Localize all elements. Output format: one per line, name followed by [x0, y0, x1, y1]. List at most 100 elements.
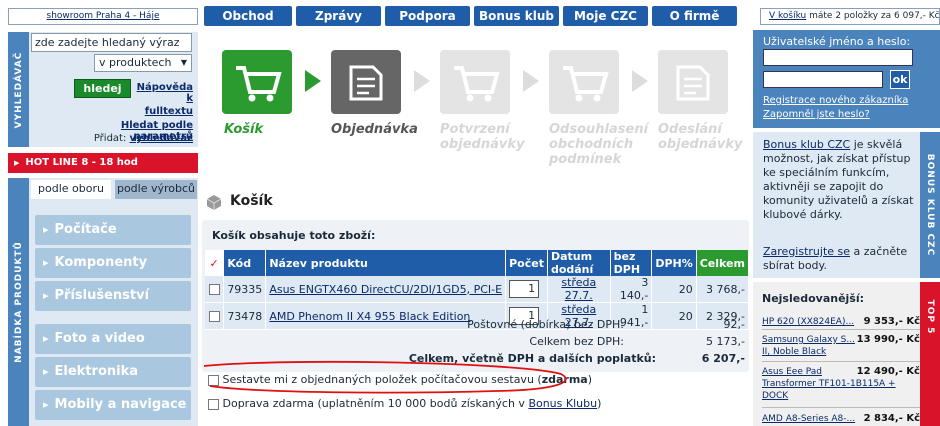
row-code: 79335: [223, 276, 267, 303]
bonus-link[interactable]: Bonus klub CZC: [763, 138, 850, 151]
shipping-value: 92,-: [723, 318, 745, 331]
top5-vtab: TOP 5: [920, 282, 940, 426]
total-net-row: Celkem bez DPH: 5 173,-: [202, 335, 749, 348]
item-name[interactable]: HP 620 (XX824EA)...: [762, 317, 854, 327]
showroom-link[interactable]: showroom Praha 4 - Háje: [8, 8, 198, 25]
assemble-end: ): [587, 373, 593, 386]
add-search-link[interactable]: vyhledávač: [130, 133, 193, 144]
free-shipping-checkbox[interactable]: [208, 398, 219, 410]
forgot-password-link[interactable]: Zapomněl jste heslo?: [763, 109, 870, 120]
register-bonus-link[interactable]: Zaregistrujte se: [763, 245, 850, 258]
free-shipping-text: Doprava zdarma (uplatněním 10 000 bodů z…: [222, 397, 529, 410]
arrow-right-icon: ▶: [14, 159, 20, 167]
top5-title: Nejsledovanější:: [762, 292, 865, 305]
row-qty-input[interactable]: 1: [509, 280, 540, 298]
nav-o-firme[interactable]: O firmě: [652, 6, 737, 26]
total-net-value: 5 173,-: [706, 335, 745, 348]
category-pocitace[interactable]: Počítače: [35, 215, 191, 245]
row-net: 3 140,-: [610, 276, 653, 303]
col-qty: Počet: [505, 250, 548, 276]
main-nav: Obchod Zprávy Podpora Bonus klub Moje CZ…: [204, 6, 737, 26]
search-input[interactable]: zde zadejte hledaný výraz: [31, 33, 192, 52]
hotline-text: HOT LINE 8 - 18 hod: [25, 157, 138, 168]
nav-podpora[interactable]: Podpora: [385, 6, 470, 26]
list-item[interactable]: 9 353,- Kč HP 620 (XX824EA)...: [762, 316, 920, 330]
step-label-terms: Odsouhlasení obchodních podmínek: [549, 122, 649, 167]
nav-obchod[interactable]: Obchod: [204, 6, 292, 26]
search-button[interactable]: hledej: [74, 79, 131, 98]
col-vat: DPH%: [651, 250, 697, 276]
col-total: Celkem: [696, 250, 750, 276]
row-product-link[interactable]: Asus ENGTX460 DirectCU/2DI/1GD5, PCI-E: [269, 283, 502, 296]
list-item[interactable]: 13 990,- Kč Samsung Galaxy S... II, Noble…: [762, 334, 920, 362]
step-arrow-icon: [414, 70, 430, 92]
hotline-bar: ▶ HOT LINE 8 - 18 hod: [8, 153, 198, 173]
chevron-down-icon: ▼: [180, 58, 187, 67]
step-terms-icon: [549, 50, 619, 114]
item-price: 12 490,- Kč: [856, 366, 920, 377]
login-label: Uživatelské jméno a heslo:: [763, 35, 911, 48]
step-label-order: Objednávka: [331, 122, 418, 137]
col-check: ✓: [205, 250, 225, 276]
scope-value: v produktech: [99, 56, 172, 69]
bonus-vtab: BONUS KLUB CZC: [920, 132, 940, 278]
item-price: 2 834,- Kč: [863, 413, 920, 424]
help-link[interactable]: Nápověda k: [133, 82, 193, 104]
tab-by-field[interactable]: podle oboru: [31, 180, 111, 199]
password-field[interactable]: [763, 71, 883, 88]
nav-bonus-klub[interactable]: Bonus klub: [474, 6, 559, 26]
login-button[interactable]: ok: [890, 70, 910, 89]
cart-heading-icon: [205, 193, 223, 211]
list-item[interactable]: 2 834,- Kč AMD A8-Series A8-...: [762, 413, 920, 426]
list-item[interactable]: 12 490,- Kč Asus Eee Pad Transformer TF10…: [762, 366, 920, 408]
step-confirm-icon: [440, 50, 510, 114]
bonus-klub-link[interactable]: Bonus Klubu: [528, 397, 597, 410]
col-net: bez DPH: [610, 250, 653, 276]
shipping-row: Poštovné (dobírka) bez DPH: 92,-: [202, 318, 749, 331]
item-price: 9 353,- Kč: [863, 316, 920, 327]
annotation-ellipse: [203, 360, 567, 394]
step-arrow-icon: [632, 70, 648, 92]
category-prislusenstvi[interactable]: Příslušenství: [35, 281, 191, 311]
row-checkbox[interactable]: [208, 284, 220, 295]
col-code: Kód: [223, 250, 267, 276]
category-mobily[interactable]: Mobily a navigace: [35, 390, 191, 420]
step-send-icon: [658, 50, 728, 114]
add-prefix: Přidat:: [93, 133, 127, 144]
item-price: 13 990,- Kč: [856, 334, 920, 345]
category-komponenty[interactable]: Komponenty: [35, 248, 191, 278]
table-row: 79335 Asus ENGTX460 DirectCU/2DI/1GD5, P…: [205, 276, 750, 303]
col-name: Název produktu: [265, 250, 507, 276]
step-label-send: Odeslání objednávky: [658, 122, 743, 152]
table-header: ✓ Kód Název produktu Počet Datum dodání …: [205, 250, 750, 276]
search-scope-select[interactable]: v produktech ▼: [94, 54, 192, 72]
step-arrow-icon: [523, 70, 539, 92]
category-elektronika[interactable]: Elektronika: [35, 357, 191, 387]
cart-heading: Košík: [230, 193, 273, 209]
nav-zpravy[interactable]: Zprávy: [296, 6, 381, 26]
item-name[interactable]: AMD A8-Series A8-...: [762, 414, 855, 424]
row-date-link[interactable]: středa 27.7.: [561, 276, 596, 302]
register-link[interactable]: Registrace nového zákazníka: [763, 95, 908, 106]
cart-summary-text: máte 2 položky za 6 097,- Kč.: [806, 11, 940, 21]
free-shipping-end: ): [597, 397, 602, 410]
tab-by-maker[interactable]: podle výrobců: [115, 180, 197, 199]
bonus-cta: Zaregistrujte se a začněte sbírat body.: [763, 245, 918, 273]
item-name[interactable]: Samsung Galaxy S... II, Noble Black: [762, 335, 855, 357]
row-vat: 20: [651, 276, 697, 303]
add-search-row: Přidat: vyhledávač: [80, 133, 193, 144]
grand-total-value: 6 207,-: [701, 352, 745, 365]
step-label-confirm: Potvrzení objednávky: [440, 122, 525, 152]
username-field[interactable]: [763, 49, 913, 66]
fulltext-link[interactable]: fulltextu: [100, 106, 193, 117]
cart-summary: V košíku máte 2 položky za 6 097,- Kč.: [760, 8, 940, 25]
category-foto-video[interactable]: Foto a video: [35, 324, 191, 354]
step-label-cart: Košík: [224, 122, 264, 137]
step-cart-icon: [222, 50, 292, 114]
step-arrow-icon: [305, 70, 321, 92]
total-net-label: Celkem bez DPH:: [529, 335, 624, 348]
cart-link[interactable]: V košíku: [769, 11, 806, 21]
cart-subheading: Košík obsahuje toto zboží:: [212, 229, 376, 242]
step-order-icon: [331, 50, 401, 114]
nav-moje-czc[interactable]: Moje CZC: [563, 6, 648, 26]
